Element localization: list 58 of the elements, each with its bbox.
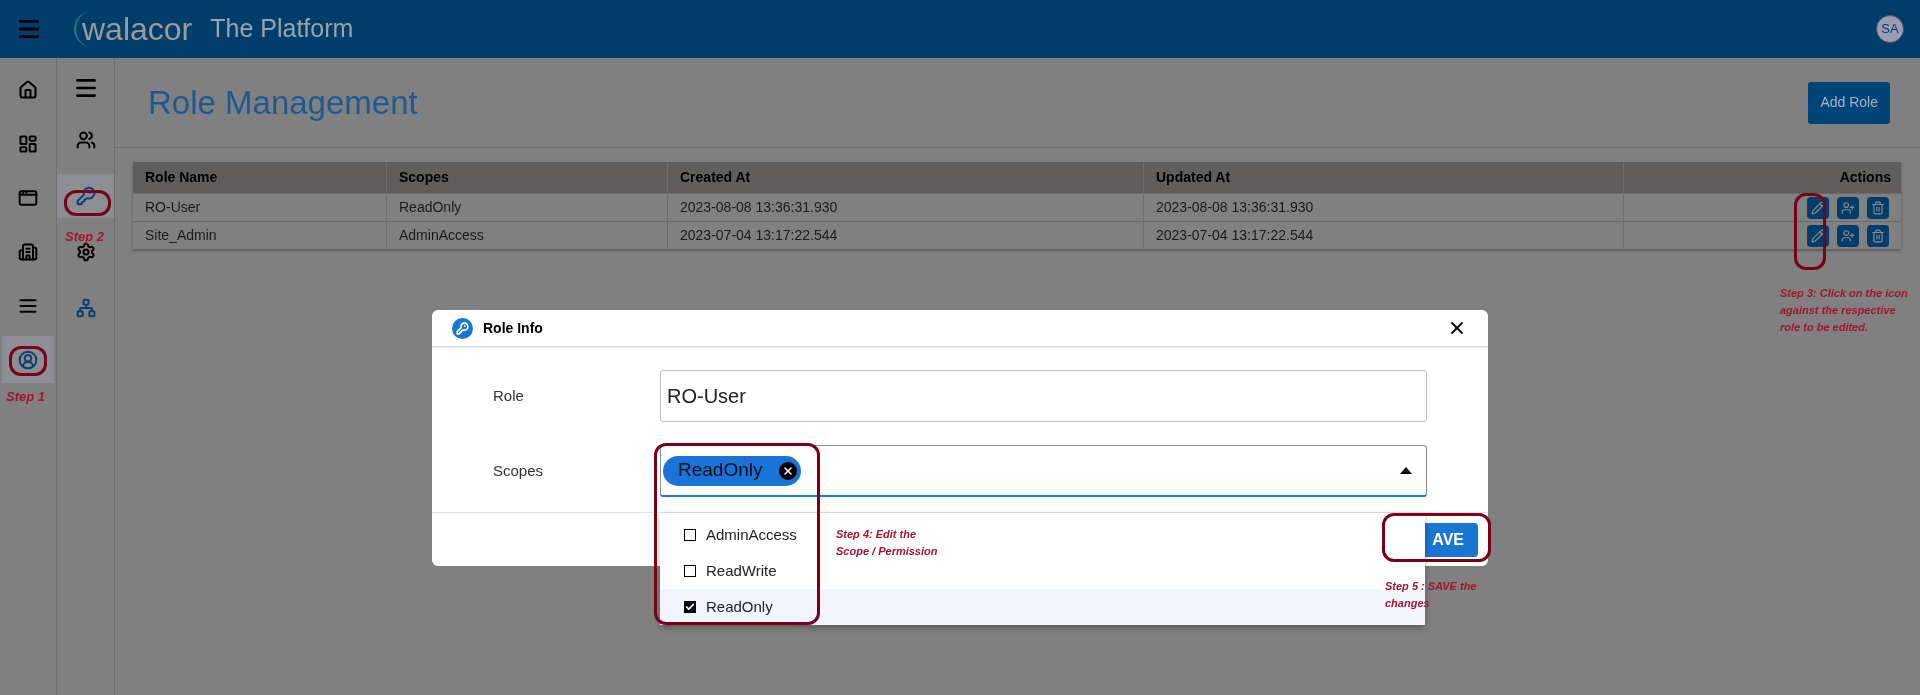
add-user-icon: [1841, 200, 1855, 215]
step-note: Step 3: Click on the icon against the respective role to be edited.: [1780, 286, 1908, 335]
avatar[interactable]: SA: [1876, 15, 1904, 43]
add-role-button[interactable]: Add Role: [1808, 81, 1890, 124]
table-cell: 2023-08-08 13:36:31.930: [668, 194, 1144, 221]
brand-name: walacor: [82, 13, 193, 45]
home-icon: [18, 79, 38, 100]
remove-icon[interactable]: [778, 461, 797, 480]
trash-icon: [1871, 200, 1885, 215]
trash-icon: [1871, 228, 1885, 243]
field-label: Scopes: [493, 460, 545, 481]
add-user-icon: [1841, 228, 1855, 243]
scope-chip[interactable]: ReadOnly: [663, 455, 801, 486]
table-cell: ReadOnly: [387, 194, 668, 221]
caret-icon[interactable]: [1400, 467, 1412, 474]
role-field[interactable]: RO-User: [660, 370, 1427, 422]
highlight-frame: [9, 346, 47, 376]
field-label: Role: [493, 385, 525, 406]
checkbox[interactable]: [684, 601, 696, 613]
scope-option[interactable]: AdminAccess: [660, 517, 820, 553]
network-icon: [75, 298, 96, 318]
pencil-icon: [1811, 228, 1825, 243]
step-note: Step 4: Edit the Scope / Permission: [836, 527, 939, 559]
scopes-select[interactable]: ReadOnly: [660, 445, 1427, 497]
column-header: Role Name: [133, 162, 387, 193]
key-icon: [452, 317, 473, 339]
building-icon: [18, 241, 38, 262]
column-header: Created At: [668, 162, 1144, 193]
checkbox[interactable]: [684, 565, 696, 577]
column-header: Actions: [1838, 168, 1892, 187]
table-cell: Site_Admin: [133, 222, 387, 249]
key-icon: [75, 186, 96, 206]
page-title: Role Management: [148, 82, 419, 123]
step-note: Step 1: [6, 388, 45, 405]
checkbox[interactable]: [684, 529, 696, 541]
settings-icon: [75, 242, 96, 262]
user-circle-icon: [18, 349, 38, 370]
table-cell: 2023-08-08 13:36:31.930: [1144, 194, 1624, 221]
app-title: The Platform: [210, 13, 354, 45]
pencil-icon: [1811, 200, 1825, 215]
dashboard-icon: [18, 133, 38, 154]
step-note: Step 2: [65, 228, 104, 245]
table-cell: 2023-07-04 13:17:22.544: [668, 222, 1144, 249]
table-cell: RO-User: [133, 194, 387, 221]
column-header: Updated At: [1144, 162, 1624, 193]
dialog-title: Role Info: [483, 318, 543, 338]
table-cell: AdminAccess: [387, 222, 668, 249]
nav-item[interactable]: [2, 336, 54, 383]
delete-button[interactable]: [1867, 224, 1889, 247]
window-icon: [18, 187, 38, 208]
highlight-frame: [64, 190, 111, 216]
table-cell: 2023-07-04 13:17:22.544: [1144, 222, 1624, 249]
add-user-button[interactable]: [1837, 224, 1859, 247]
add-user-button[interactable]: [1837, 196, 1859, 219]
users-icon: [75, 130, 96, 150]
scope-option[interactable]: ReadWrite: [660, 553, 820, 589]
column-header: Scopes: [387, 162, 668, 193]
delete-button[interactable]: [1867, 196, 1889, 219]
